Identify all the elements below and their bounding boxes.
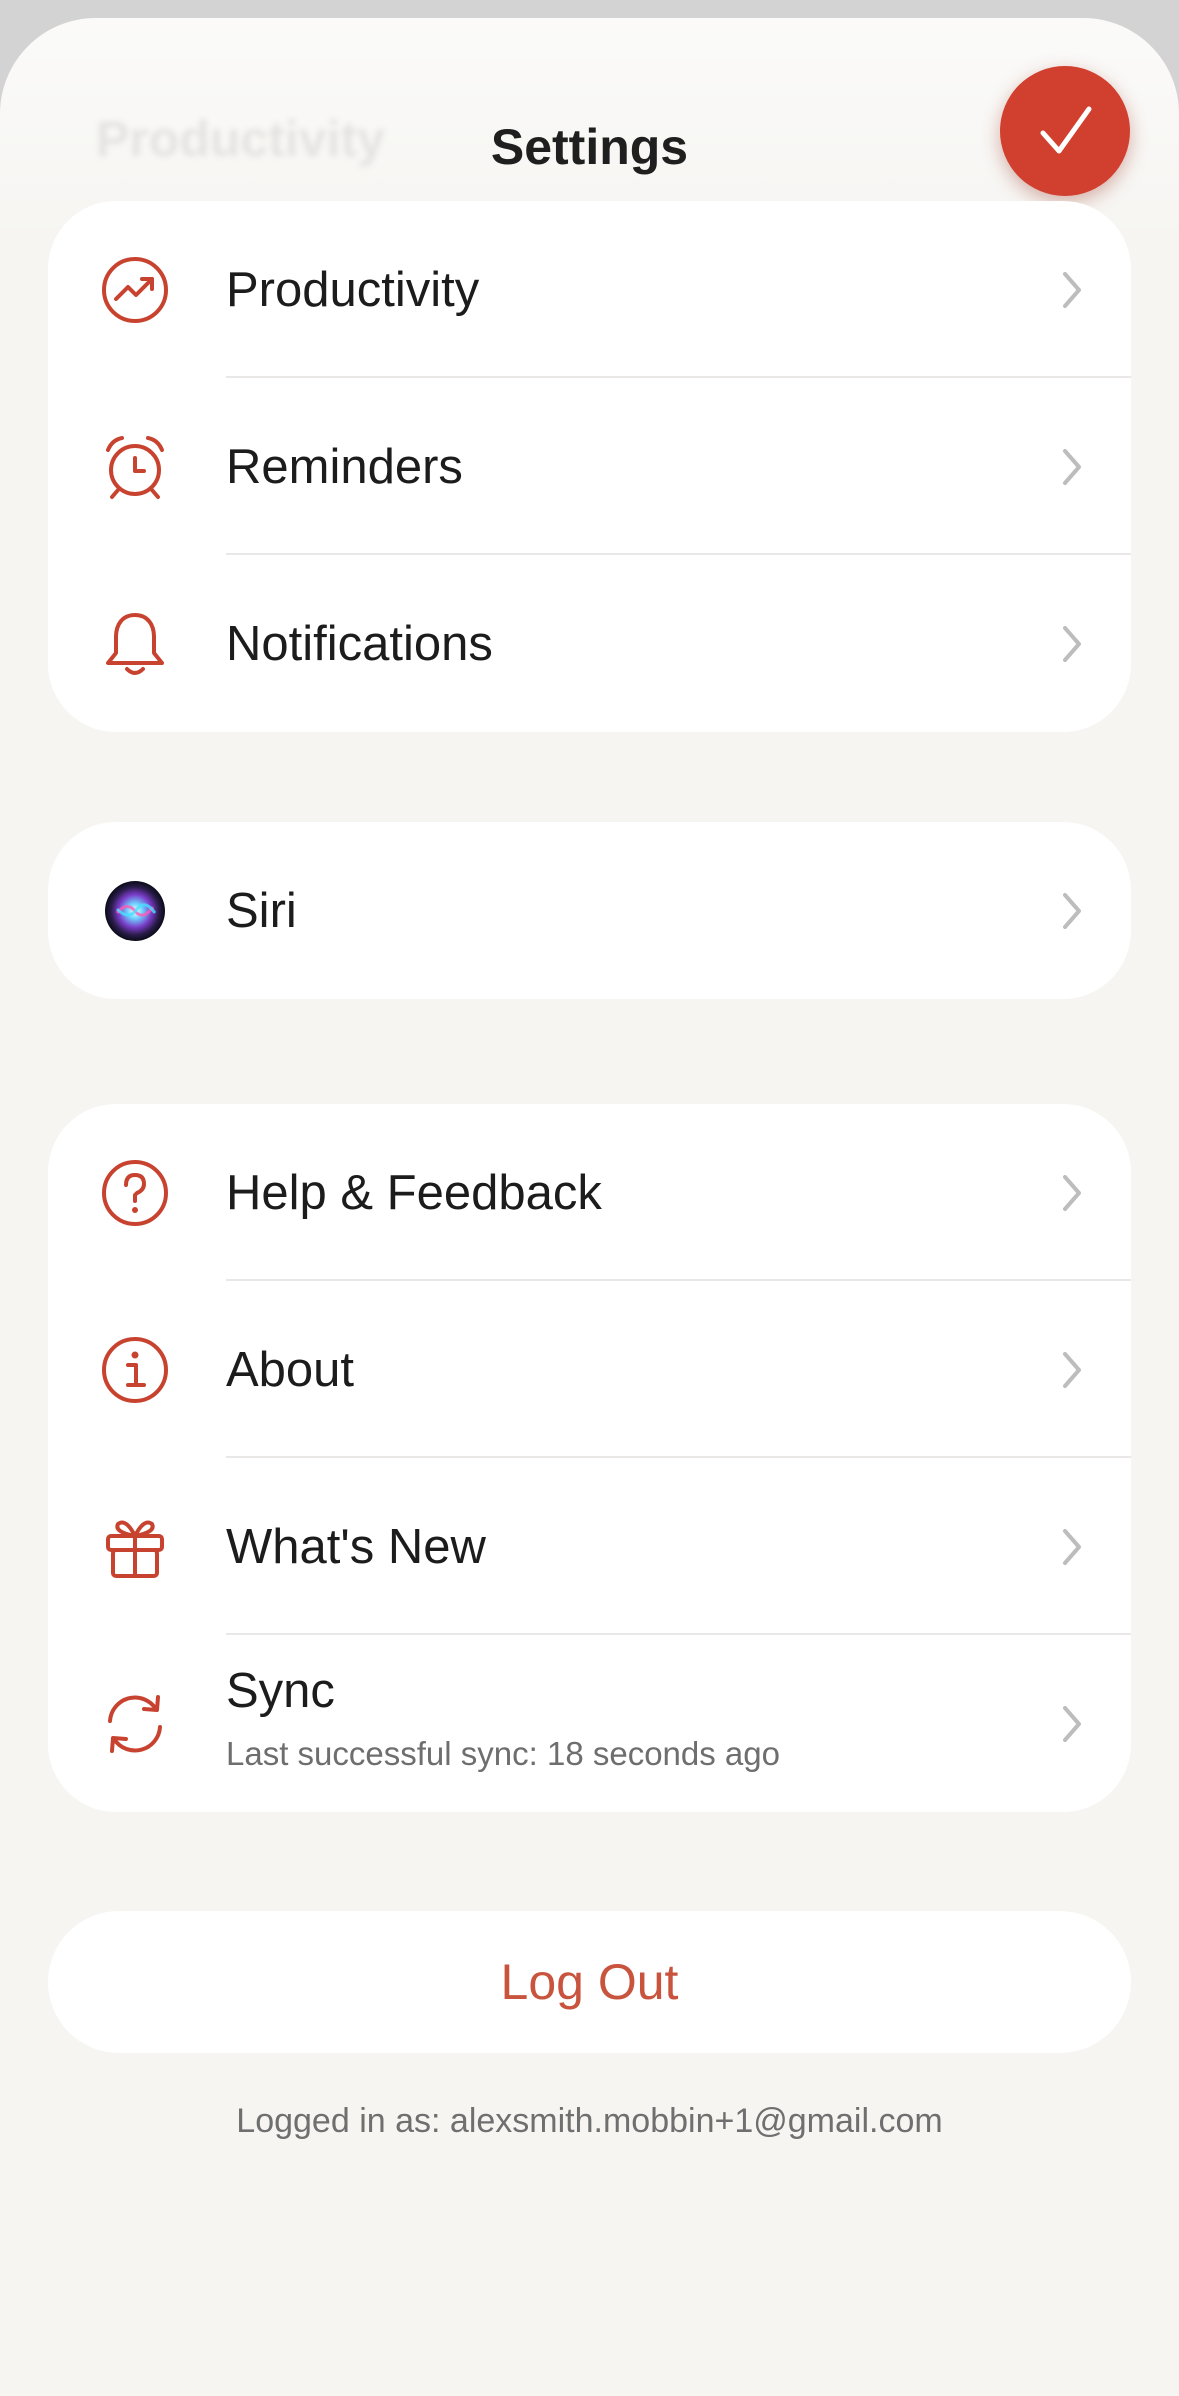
row-whats-new[interactable]: What's New [48, 1458, 1131, 1635]
chevron-right-icon [1063, 271, 1081, 308]
logged-in-text: Logged in as: alexsmith.mobbin+1@gmail.c… [236, 2102, 943, 2140]
chevron-right-icon [1063, 1174, 1081, 1211]
gift-icon [100, 1512, 170, 1582]
row-label: About [226, 1342, 355, 1397]
row-about[interactable]: About [48, 1281, 1131, 1458]
row-label: Productivity [226, 262, 480, 317]
row-label: Sync [226, 1664, 335, 1718]
row-productivity[interactable]: Productivity [48, 201, 1131, 378]
alarm-clock-icon [100, 432, 170, 502]
chevron-right-icon [1063, 1528, 1081, 1565]
row-label: Siri [226, 883, 297, 938]
checkmark-icon [1040, 106, 1092, 154]
row-notifications[interactable]: Notifications [48, 555, 1131, 732]
settings-group-support: Help & Feedback About What's New Sync La… [48, 1104, 1131, 1812]
row-help-feedback[interactable]: Help & Feedback [48, 1104, 1131, 1281]
chevron-right-icon [1063, 448, 1081, 485]
settings-sheet: Productivity Settings Productivity Remin… [0, 18, 1179, 2396]
done-button[interactable] [1000, 66, 1130, 196]
sync-status-text: Last successful sync: 18 seconds ago [226, 1735, 780, 1772]
row-siri[interactable]: Siri [48, 822, 1131, 999]
sync-icon [100, 1689, 170, 1759]
row-sync[interactable]: Sync Last successful sync: 18 seconds ag… [48, 1635, 1131, 1812]
chevron-right-icon [1063, 1351, 1081, 1388]
row-label: What's New [226, 1519, 486, 1574]
row-label: Help & Feedback [226, 1165, 602, 1220]
siri-icon [100, 876, 170, 946]
chevron-right-icon [1063, 892, 1081, 929]
row-reminders[interactable]: Reminders [48, 378, 1131, 555]
trending-up-icon [100, 255, 170, 325]
chevron-right-icon [1063, 1705, 1081, 1742]
logout-button[interactable]: Log Out [48, 1911, 1131, 2053]
question-circle-icon [100, 1158, 170, 1228]
settings-group-siri: Siri [48, 822, 1131, 999]
info-circle-icon [100, 1335, 170, 1405]
row-label: Reminders [226, 439, 463, 494]
chevron-right-icon [1063, 625, 1081, 662]
settings-group-general: Productivity Reminders Notifications [48, 201, 1131, 732]
row-label: Notifications [226, 616, 493, 671]
bell-icon [100, 609, 170, 679]
